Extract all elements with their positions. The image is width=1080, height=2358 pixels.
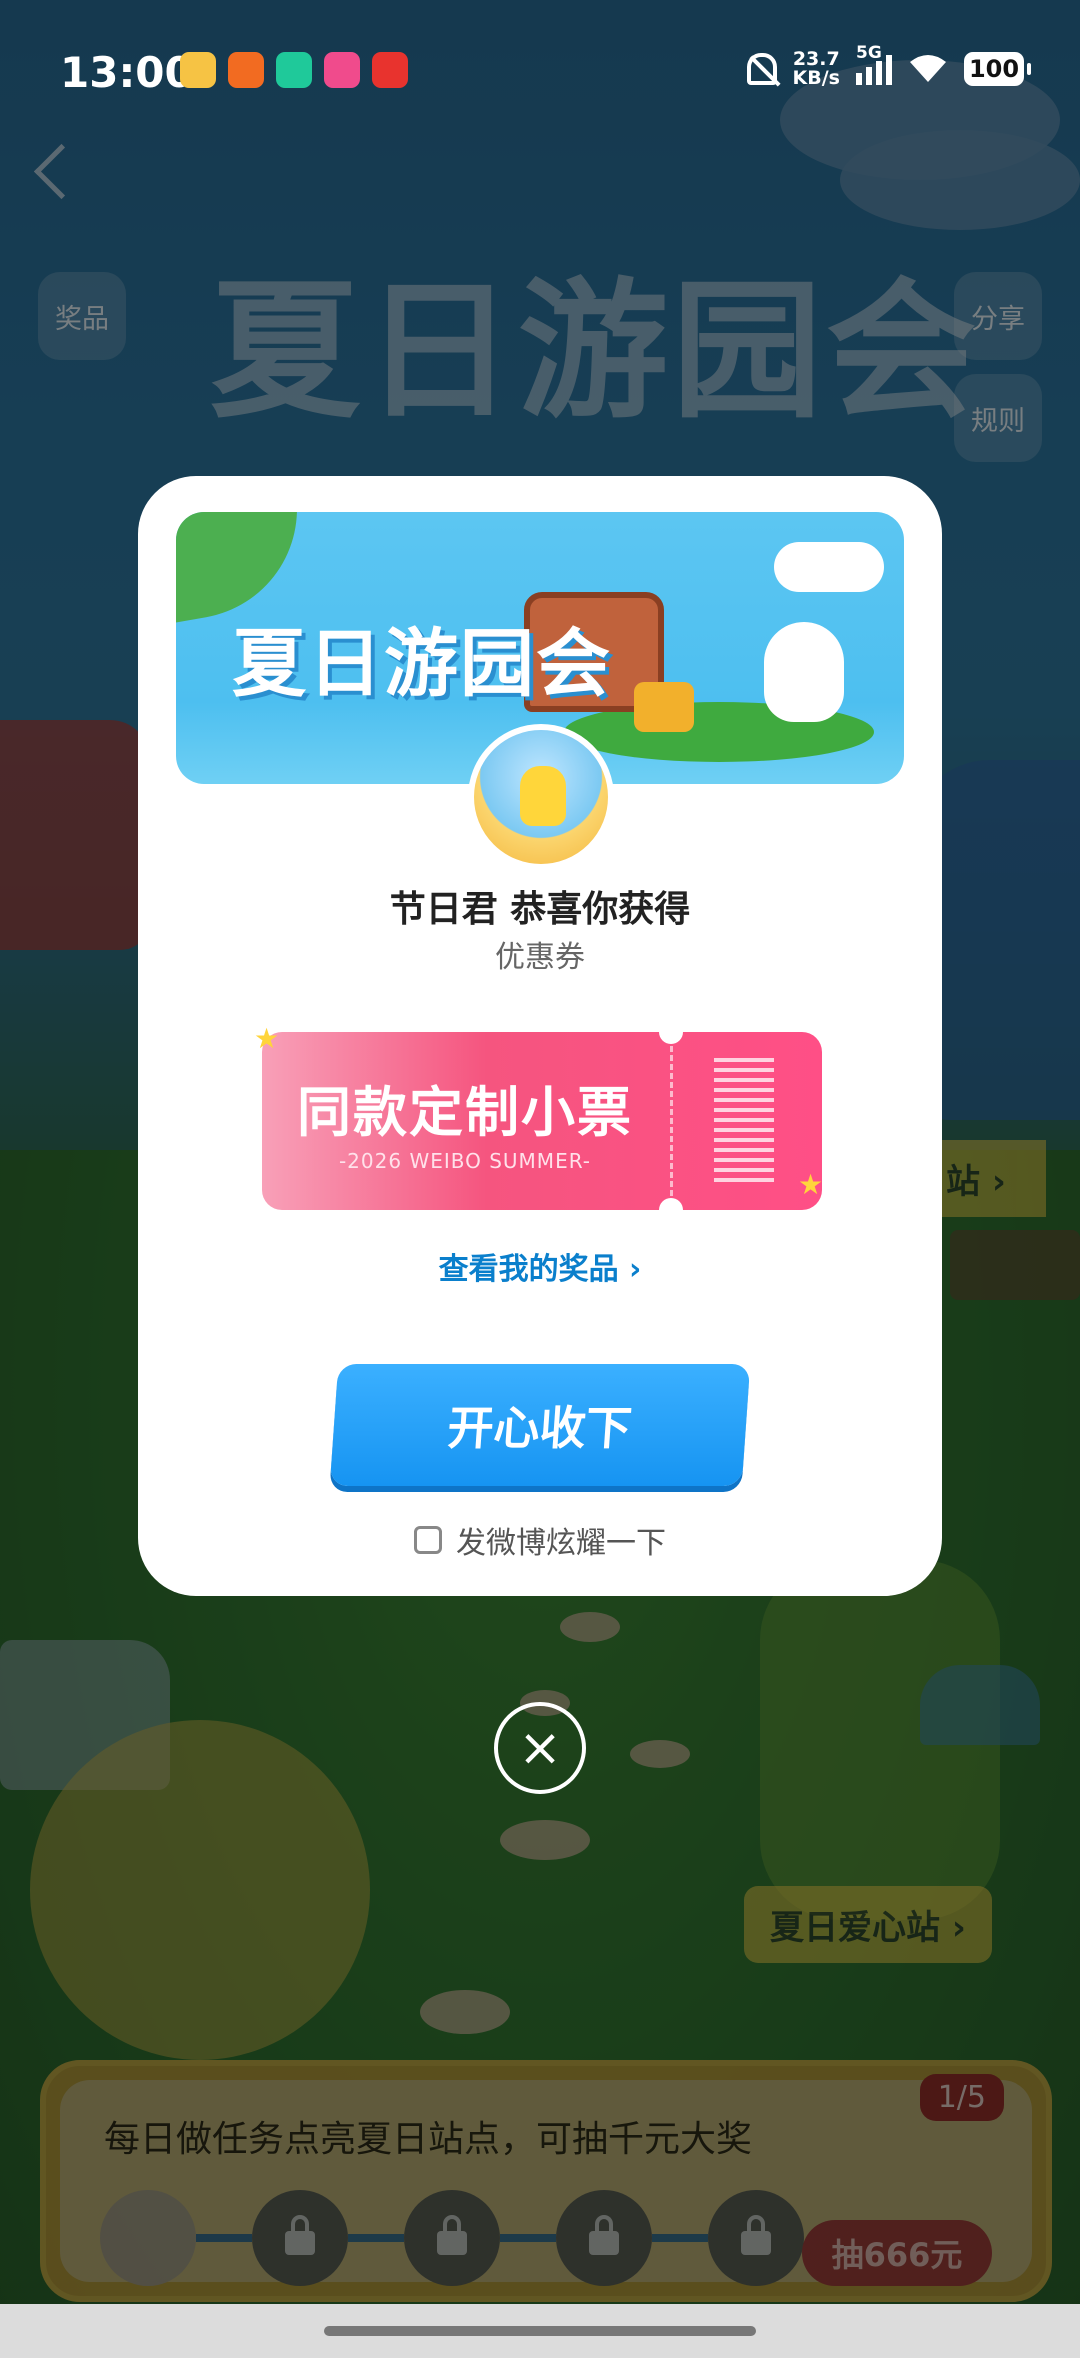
share-checkbox-label: 发微博炫耀一下: [456, 1526, 666, 1561]
netease-music-icon: [372, 52, 408, 88]
wifi-icon: [908, 54, 948, 84]
home-gesture-handle[interactable]: [324, 2326, 756, 2336]
prize-type: 优惠券: [495, 940, 585, 975]
view-my-prizes-label: 查看我的奖品: [438, 1252, 619, 1287]
view-my-prizes-link[interactable]: 查看我的奖品 ›: [138, 1244, 942, 1288]
navigation-bar: [0, 2304, 1080, 2358]
taobao-icon: [228, 52, 264, 88]
prize-modal: 夏日游园会 节日君 恭喜你获得 优惠券 同款定制小票 -2026 WEIBO S…: [138, 476, 942, 1596]
net-speed-unit: KB/s: [792, 67, 840, 89]
chevron-right-icon: ›: [629, 1252, 642, 1287]
signal-icon: 5G: [856, 43, 892, 85]
tencent-video-icon: [276, 52, 312, 88]
battery-level: 100: [968, 55, 1020, 83]
ticket-title: 同款定制小票: [297, 1081, 633, 1144]
sparkle-icon: ★: [798, 1168, 824, 1201]
status-time: 13:00: [60, 48, 194, 97]
congrats-text: 节日君 恭喜你获得: [389, 889, 691, 930]
coins-icon: [634, 682, 694, 732]
ticket-subtitle: -2026 WEIBO SUMMER-: [338, 1149, 592, 1173]
battery-icon: 100: [964, 52, 1031, 86]
prize-ticket: 同款定制小票 -2026 WEIBO SUMMER-: [262, 1032, 822, 1210]
accept-button[interactable]: 开心收下: [329, 1364, 751, 1486]
bilibili-icon: [324, 52, 360, 88]
barcode-icon: [714, 1058, 774, 1186]
banner-title: 夏日游园会: [232, 621, 612, 707]
notification-icons: [180, 52, 408, 88]
mascot-icon: [520, 766, 566, 826]
cloud-decoration: [774, 542, 884, 592]
status-bar: 13:00 23.7 KB/s 5G 100: [0, 0, 1080, 140]
weibo-icon: [180, 52, 216, 88]
network-type: 5G: [856, 43, 882, 63]
avatar: [468, 724, 614, 870]
close-modal-button[interactable]: ×: [494, 1702, 586, 1794]
close-icon: ×: [518, 1718, 562, 1778]
bell-off-icon: [746, 53, 777, 85]
net-speed: 23.7 KB/s: [793, 50, 840, 88]
share-to-weibo-option[interactable]: 发微博炫耀一下: [138, 1518, 942, 1562]
duck-mascot-icon: [764, 622, 844, 722]
sparkle-icon: ★: [254, 1022, 280, 1055]
share-checkbox[interactable]: [414, 1526, 442, 1554]
